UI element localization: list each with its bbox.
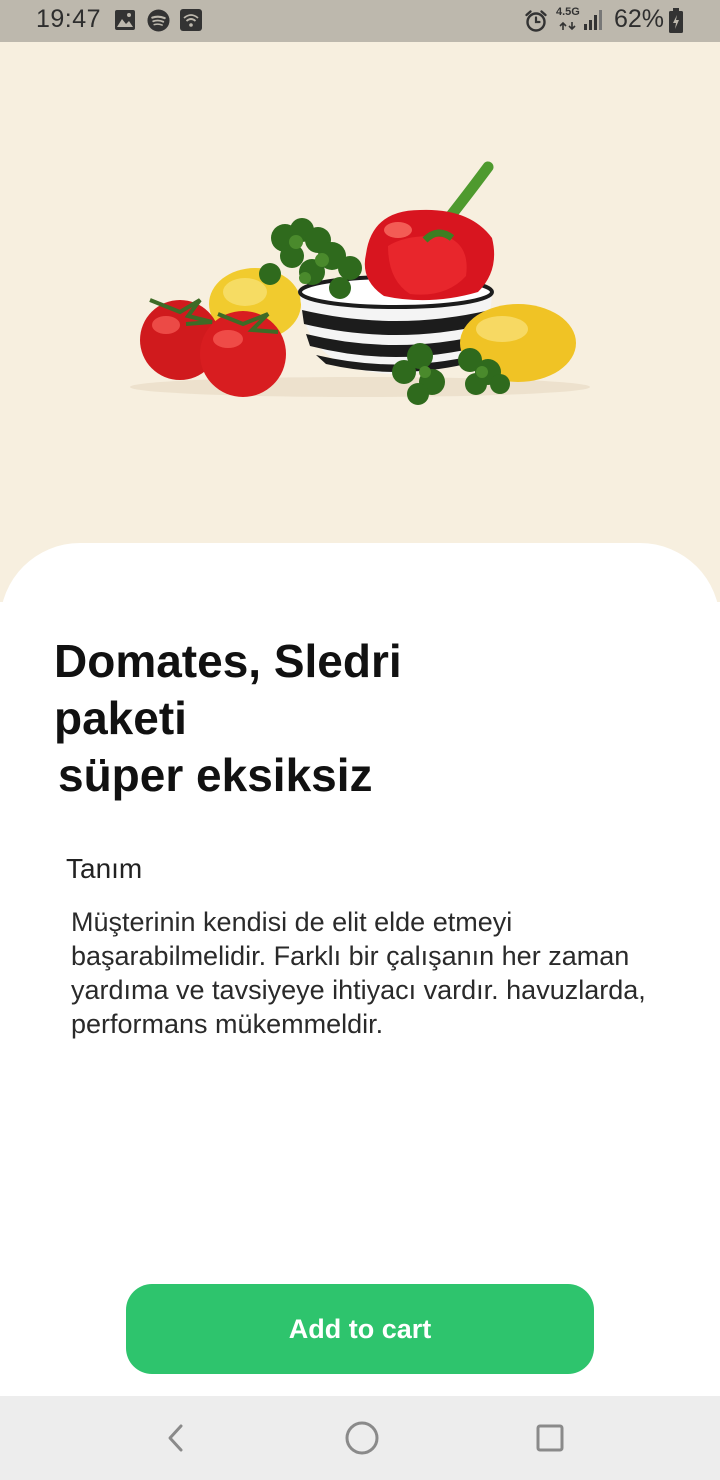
data-arrows-icon	[559, 21, 576, 31]
home-icon[interactable]	[336, 1412, 388, 1464]
description-label: Tanım	[66, 853, 143, 884]
description-text: Müşterinin kendisi de elit elde etmeyi b…	[71, 907, 646, 1039]
battery-percent: 62%	[614, 5, 665, 33]
title-line: paketi	[54, 692, 187, 744]
vegetables-image	[130, 161, 590, 405]
spotify-icon	[147, 9, 170, 32]
add-to-cart-button[interactable]: Add to cart	[126, 1284, 594, 1374]
status-bar: 19:47 4.5G 62%	[0, 0, 720, 42]
title-line: Domates, Sledri	[54, 635, 402, 687]
system-navigation-bar	[0, 1396, 720, 1480]
title-line: süper eksiksiz	[58, 749, 373, 801]
gallery-icon	[115, 10, 135, 30]
status-time: 19:47	[36, 5, 102, 33]
alarm-icon	[525, 10, 547, 32]
network-type-label: 4.5G	[556, 6, 580, 18]
recents-icon[interactable]	[524, 1412, 576, 1464]
product-hero	[0, 42, 720, 602]
product-title: Domates, Sledri paketi süper eksiksiz	[54, 633, 554, 804]
signal-icon	[584, 10, 602, 30]
wifi-hotspot-icon	[180, 9, 202, 31]
back-icon[interactable]	[149, 1412, 201, 1464]
battery-charging-icon	[669, 8, 683, 33]
